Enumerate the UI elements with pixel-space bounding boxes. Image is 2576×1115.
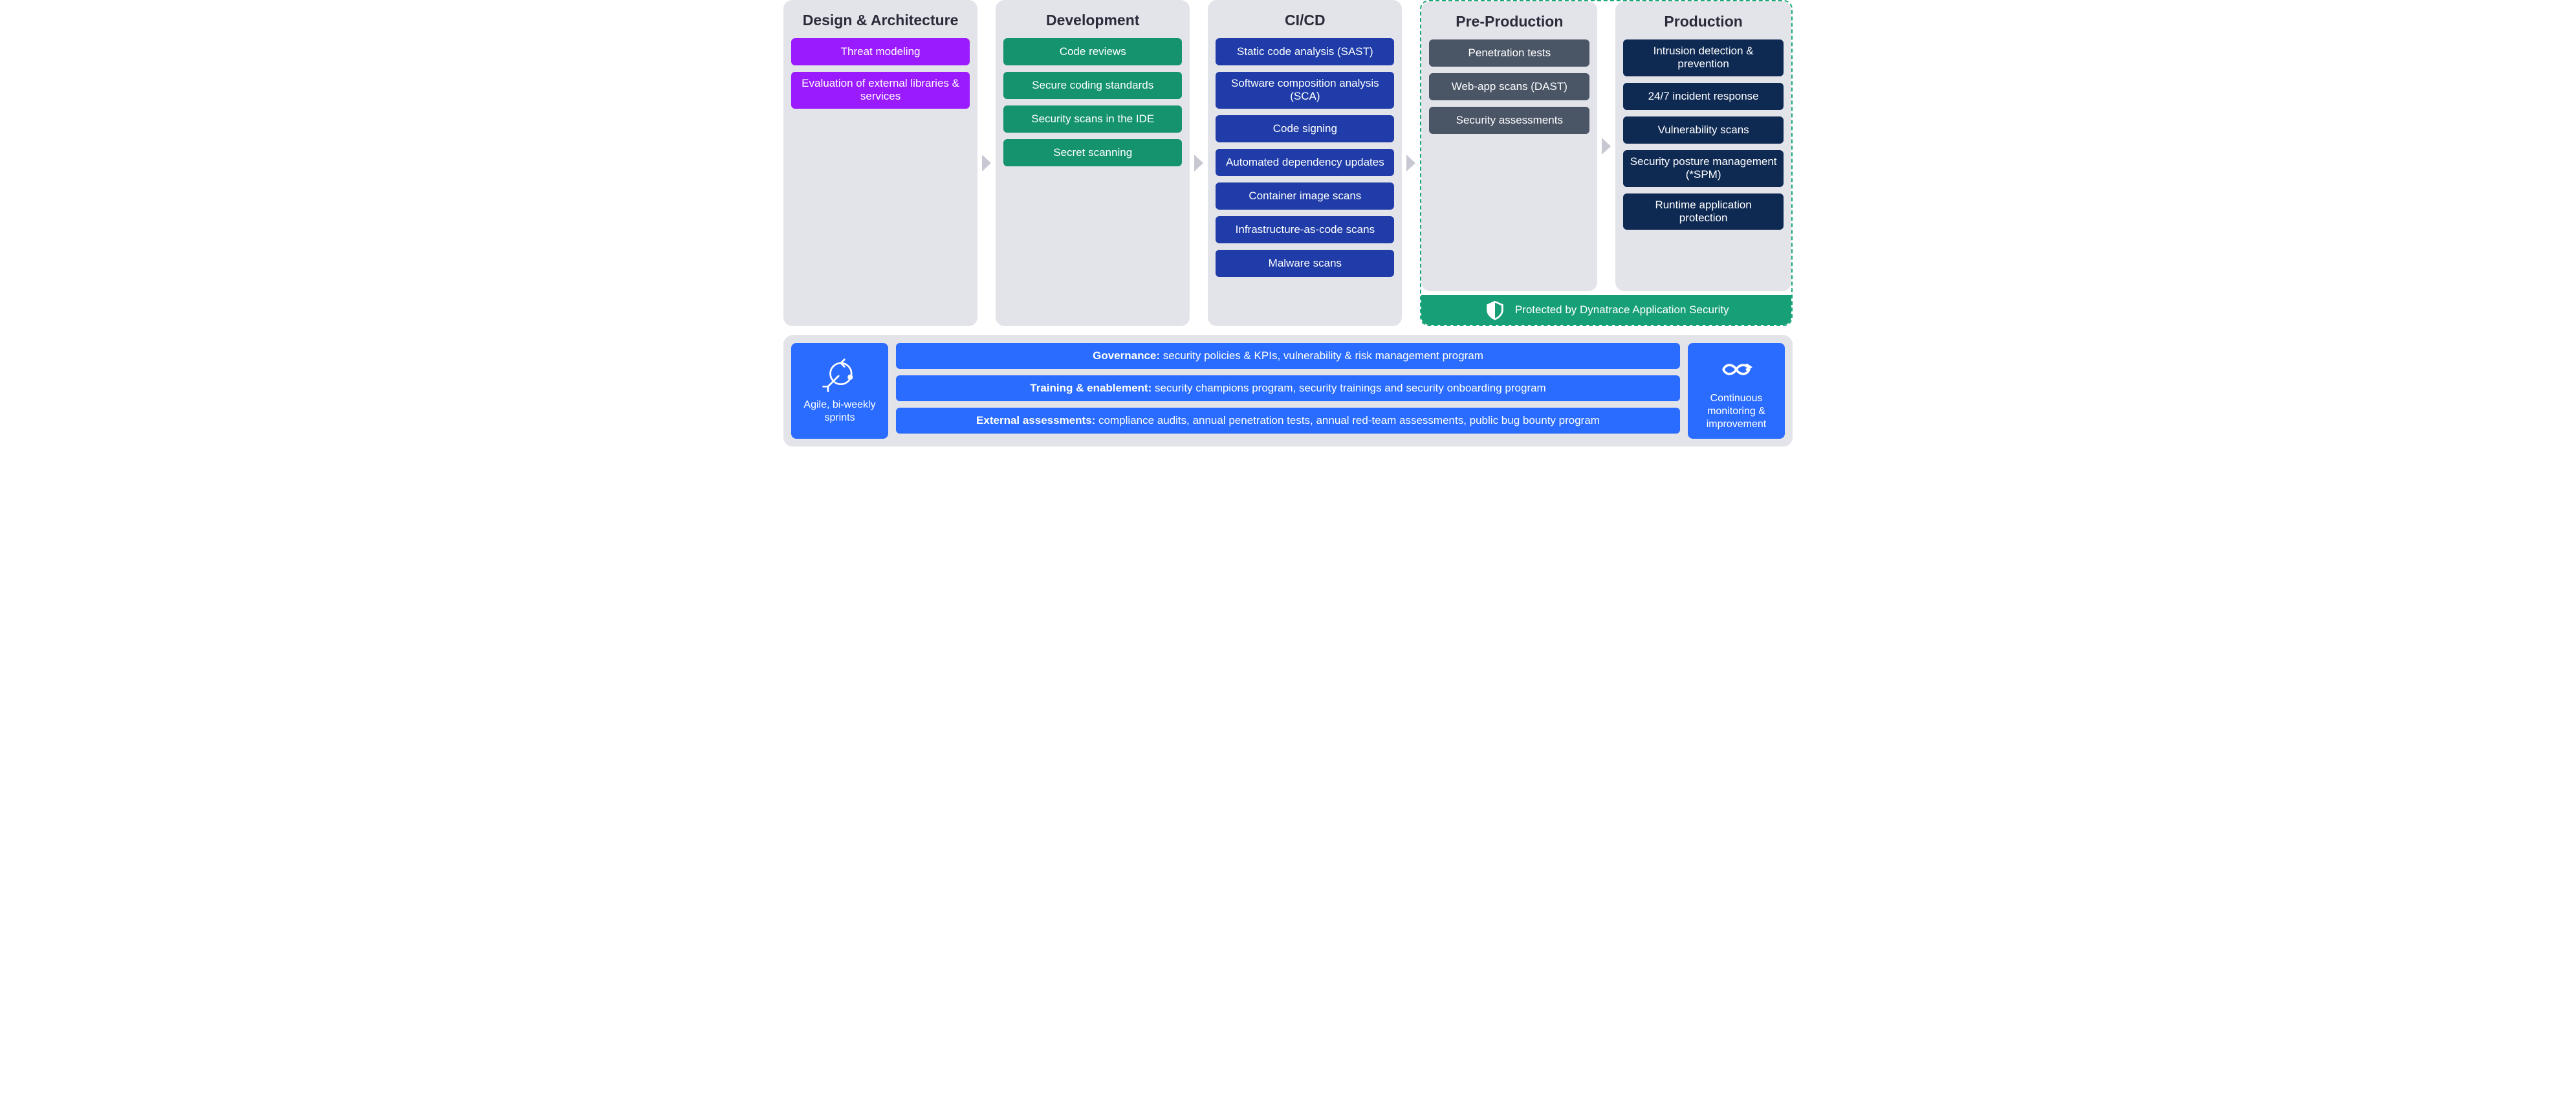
arrow-icon <box>977 0 996 326</box>
agile-label: Agile, bi-weekly sprints <box>796 399 883 425</box>
protected-banner: Protected by Dynatrace Application Secur… <box>1421 295 1791 325</box>
bottom-bar: Agile, bi-weekly sprints Governance: sec… <box>783 335 1793 447</box>
stage-item: Infrastructure-as-code scans <box>1216 216 1394 243</box>
bar-text: compliance audits, annual penetration te… <box>1095 414 1600 426</box>
stage-item: Malware scans <box>1216 250 1394 277</box>
stage-title: Production <box>1623 13 1784 30</box>
stage-item: Software composition analysis (SCA) <box>1216 72 1394 109</box>
stage-title: CI/CD <box>1216 12 1394 29</box>
bar-external-assessments: External assessments: compliance audits,… <box>896 408 1680 434</box>
stage-item: Evaluation of external libraries & servi… <box>791 72 970 109</box>
bar-text: security champions program, security tra… <box>1152 382 1545 394</box>
stage-item: Automated dependency updates <box>1216 149 1394 176</box>
stage-item: Intrusion detection & prevention <box>1623 39 1784 76</box>
stage-item: Runtime application protection <box>1623 193 1784 230</box>
stage-item: Security assessments <box>1429 107 1589 134</box>
bar-text: security policies & KPIs, vulnerability … <box>1160 349 1483 362</box>
stage-item: Container image scans <box>1216 182 1394 210</box>
sprint-cycle-icon <box>821 357 858 395</box>
continuous-tile: Continuous monitoring & improvement <box>1688 343 1785 439</box>
stage-item: Web-app scans (DAST) <box>1429 73 1589 100</box>
shield-icon <box>1484 299 1506 321</box>
agile-tile: Agile, bi-weekly sprints <box>791 343 888 439</box>
stage-item: Static code analysis (SAST) <box>1216 38 1394 65</box>
stage-title: Pre-Production <box>1429 13 1589 30</box>
stage-item: Code signing <box>1216 115 1394 142</box>
arrow-icon <box>1402 0 1420 326</box>
stage-ci-cd: CI/CD Static code analysis (SAST) Softwa… <box>1208 0 1402 326</box>
bar-governance: Governance: security policies & KPIs, vu… <box>896 343 1680 369</box>
protected-banner-text: Protected by Dynatrace Application Secur… <box>1515 304 1729 316</box>
stage-item: Secure coding standards <box>1003 72 1182 99</box>
stage-development: Development Code reviews Secure coding s… <box>996 0 1190 326</box>
protected-group: Pre-Production Penetration tests Web-app… <box>1420 0 1793 326</box>
bar-label: External assessments: <box>976 414 1095 426</box>
stage-item: Security scans in the IDE <box>1003 105 1182 133</box>
sdlc-stages-row: Design & Architecture Threat modeling Ev… <box>783 0 1793 326</box>
stage-item: 24/7 incident response <box>1623 83 1784 110</box>
stage-title: Design & Architecture <box>791 12 970 29</box>
stage-item: Threat modeling <box>791 38 970 65</box>
infinity-icon <box>1718 351 1755 388</box>
stage-pre-production: Pre-Production Penetration tests Web-app… <box>1421 1 1597 291</box>
stage-item: Secret scanning <box>1003 139 1182 166</box>
bar-label: Governance: <box>1093 349 1160 362</box>
stage-item: Vulnerability scans <box>1623 116 1784 144</box>
stage-item: Code reviews <box>1003 38 1182 65</box>
stage-production: Production Intrusion detection & prevent… <box>1615 1 1791 291</box>
stage-title: Development <box>1003 12 1182 29</box>
stage-item: Penetration tests <box>1429 39 1589 67</box>
stage-item: Security posture management (*SPM) <box>1623 150 1784 187</box>
governance-bars: Governance: security policies & KPIs, vu… <box>896 343 1680 439</box>
bar-label: Training & enablement: <box>1030 382 1152 394</box>
bar-training: Training & enablement: security champion… <box>896 375 1680 401</box>
arrow-icon <box>1190 0 1208 326</box>
arrow-icon <box>1597 1 1615 291</box>
continuous-label: Continuous monitoring & improvement <box>1693 392 1780 431</box>
stage-design-architecture: Design & Architecture Threat modeling Ev… <box>783 0 977 326</box>
